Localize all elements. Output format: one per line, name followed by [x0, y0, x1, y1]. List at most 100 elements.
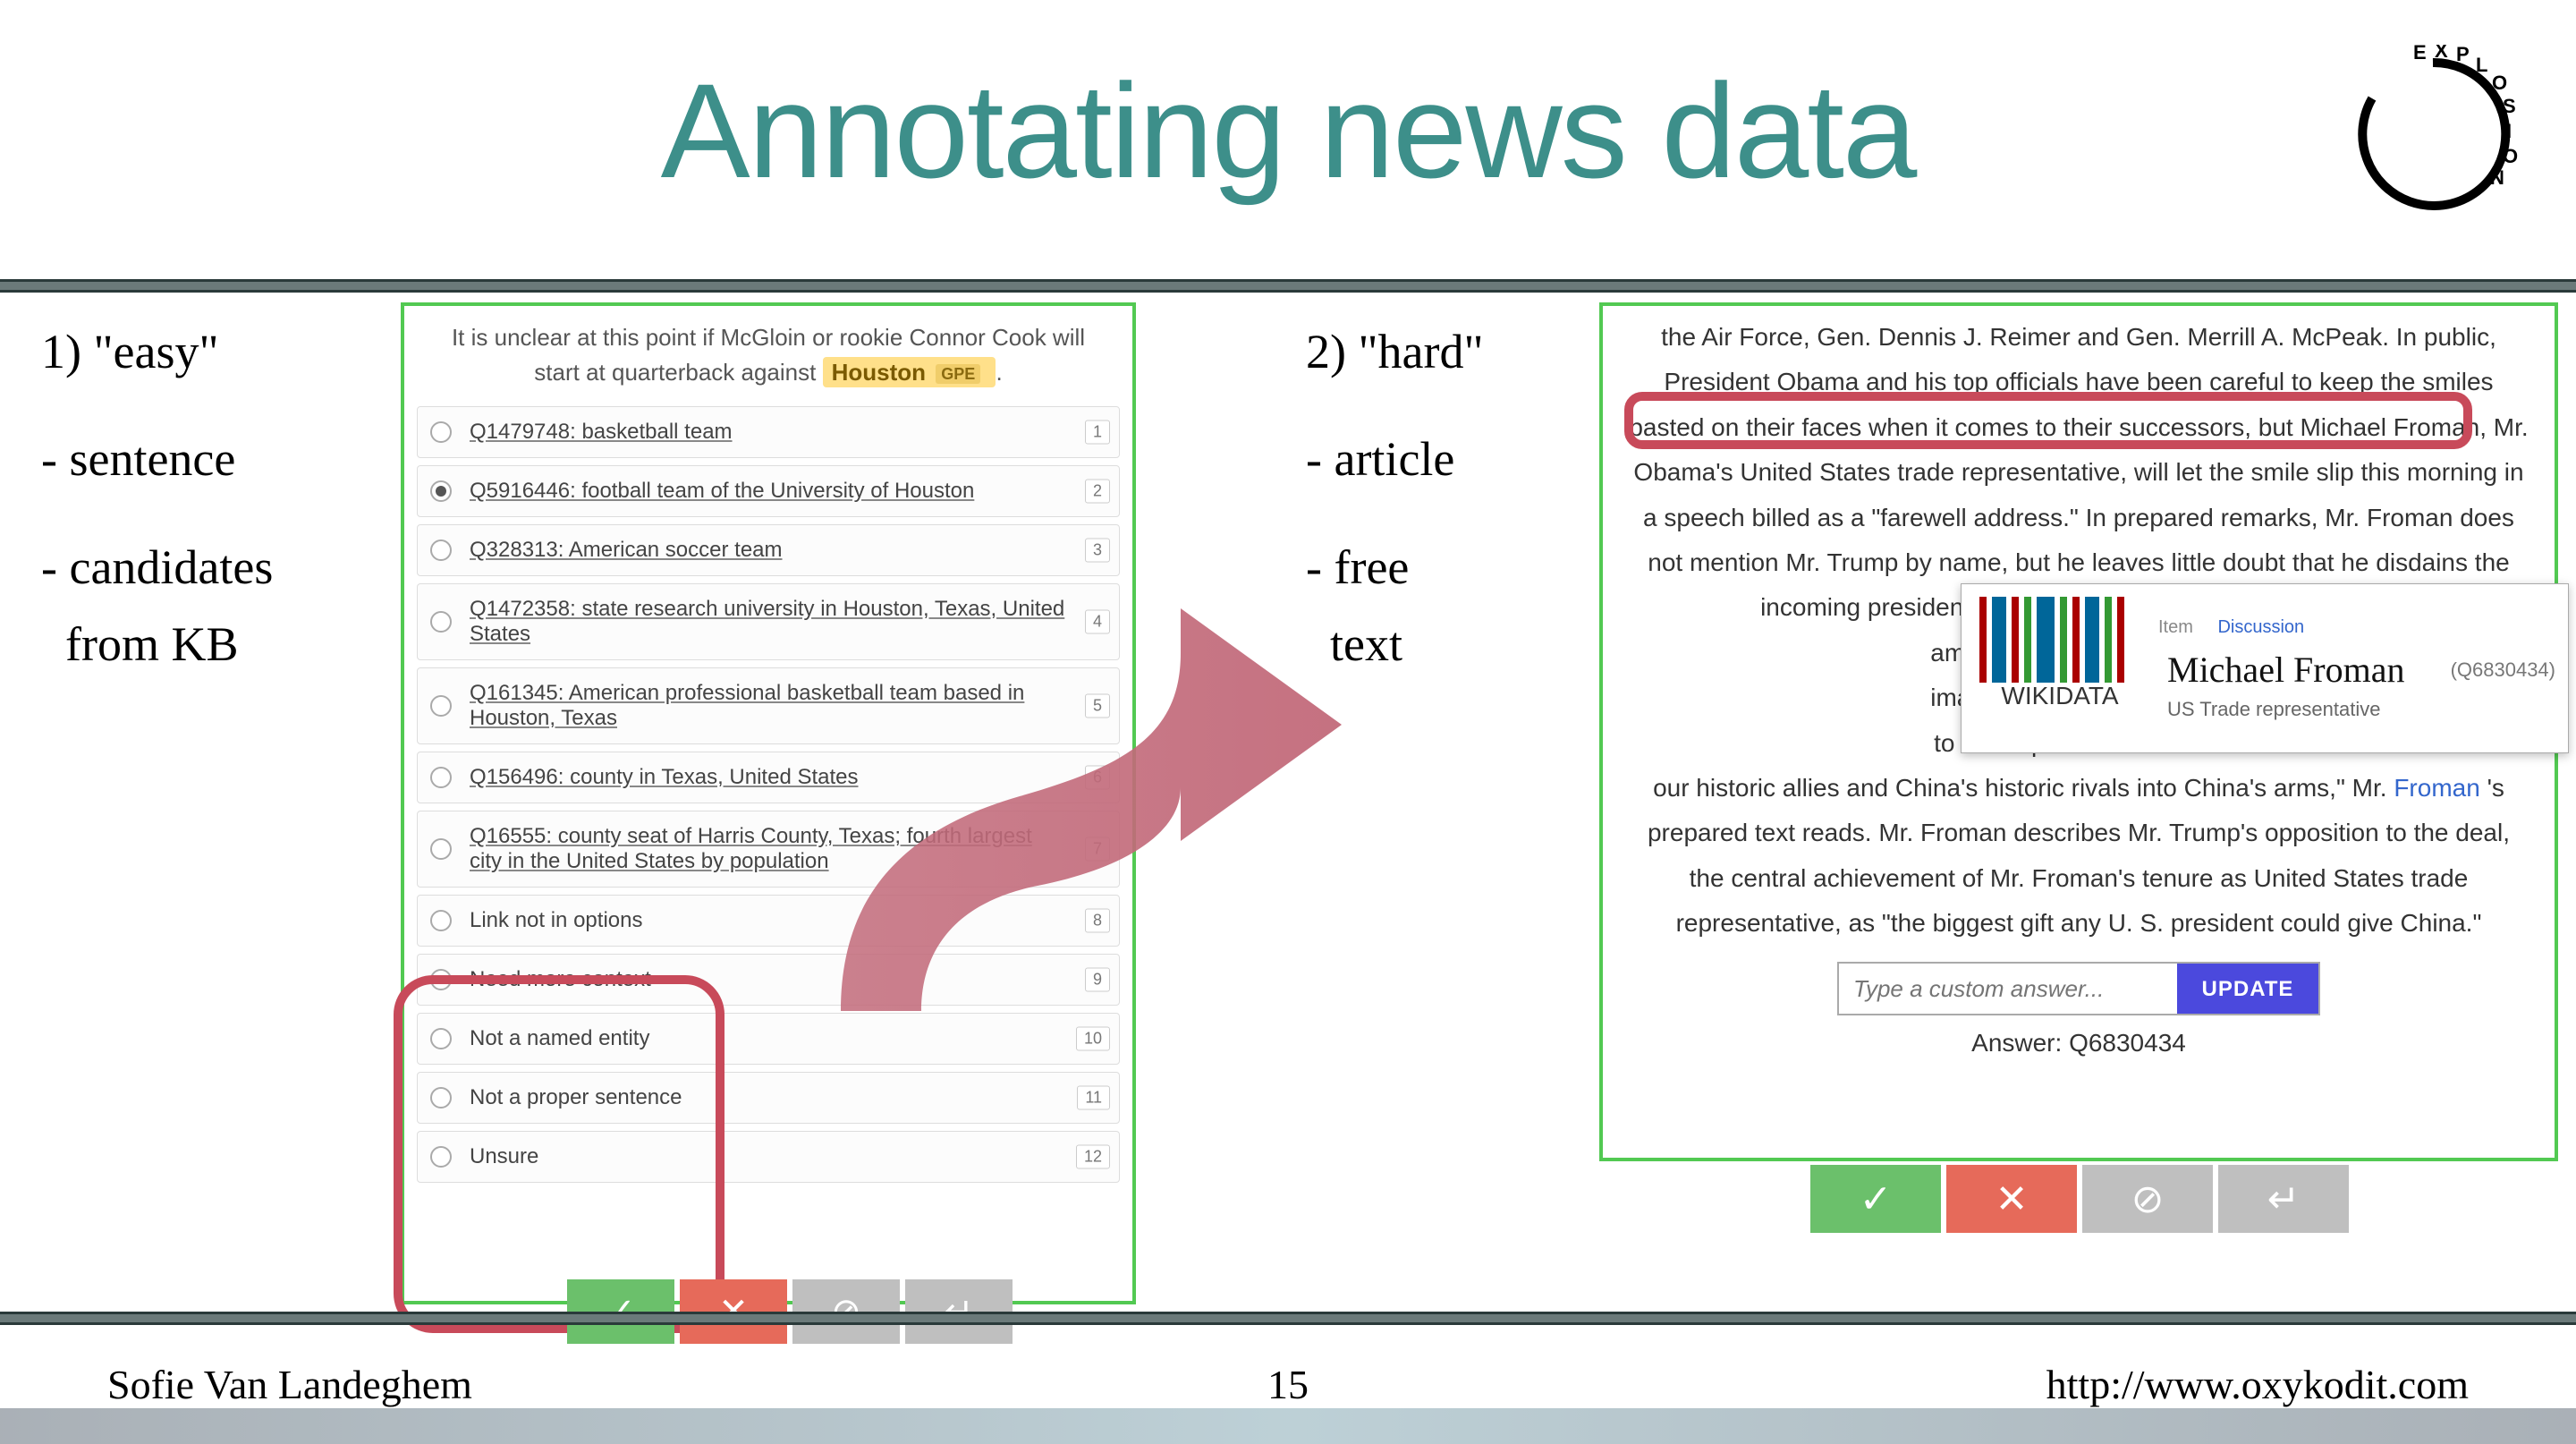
answer-display: Answer: Q6830434 — [1628, 1021, 2529, 1066]
svg-text:L: L — [2476, 54, 2487, 76]
option-label: Q328313: American soccer team — [470, 538, 783, 563]
svg-text:WIKIDATA: WIKIDATA — [2001, 682, 2119, 709]
bullet-sentence: - sentence — [41, 420, 273, 497]
hard-heading: 2) "hard" — [1306, 313, 1484, 390]
easy-panel: It is unclear at this point if McGloin o… — [401, 302, 1136, 1304]
candidate-option[interactable]: Q5916446: football team of the Universit… — [417, 465, 1120, 517]
easy-heading: 1) "easy" — [41, 313, 273, 390]
divider-top — [0, 279, 2576, 295]
left-notes: 1) "easy" - sentence - candidates from K… — [41, 313, 273, 684]
highlight-ring-sentence — [1624, 392, 2472, 449]
explosion-logo: EXP LOS ION — [2343, 45, 2522, 224]
option-label: Q156496: county in Texas, United States — [470, 765, 859, 790]
option-number: 9 — [1085, 968, 1110, 992]
radio-icon — [430, 1028, 452, 1049]
option-label: Q161345: American professional basketbal… — [470, 681, 1067, 731]
radio-icon — [430, 767, 452, 788]
bottom-strip — [0, 1408, 2576, 1444]
custom-answer-input[interactable] — [1839, 964, 2177, 1014]
radio-icon — [430, 838, 452, 860]
wikidata-popup: WIKIDATA Item Discussion Michael Froman … — [1961, 583, 2569, 753]
sentence-suffix: . — [996, 359, 1002, 386]
accept-button[interactable]: ✓ — [1810, 1165, 1941, 1233]
option-number: 2 — [1085, 480, 1110, 504]
candidate-option[interactable]: Link not in options 8 — [417, 895, 1120, 947]
svg-text:N: N — [2490, 166, 2504, 189]
radio-icon — [430, 1087, 452, 1108]
undo-button[interactable]: ↵ — [2218, 1165, 2349, 1233]
radio-icon — [430, 695, 452, 717]
svg-text:O: O — [2503, 145, 2518, 167]
option-label: Q1479748: basketball team — [470, 420, 733, 445]
option-label: Unsure — [470, 1144, 538, 1169]
radio-icon — [430, 480, 452, 502]
radio-icon — [430, 910, 452, 931]
footer: Sofie Van Landeghem 15 http://www.oxykod… — [0, 1361, 2576, 1408]
hard-panel: the Air Force, Gen. Dennis J. Reimer and… — [1599, 302, 2558, 1161]
candidate-option[interactable]: Q156496: county in Texas, United States 6 — [417, 752, 1120, 803]
option-number: 10 — [1076, 1027, 1110, 1051]
svg-text:S: S — [2503, 95, 2516, 117]
svg-text:O: O — [2492, 72, 2507, 94]
task-sentence: It is unclear at this point if McGloin o… — [404, 306, 1132, 399]
option-number: 1 — [1085, 420, 1110, 445]
wikidata-logo: WIKIDATA — [1970, 593, 2149, 709]
candidate-option[interactable]: Q161345: American professional basketbal… — [417, 667, 1120, 744]
radio-icon — [430, 421, 452, 443]
candidate-option[interactable]: Q16555: county seat of Harris County, Te… — [417, 811, 1120, 888]
option-number: 6 — [1085, 766, 1110, 790]
bullet-candidates: - candidates — [41, 529, 273, 606]
option-label: Not a named entity — [470, 1026, 649, 1051]
option-label: Q5916446: football team of the Universit… — [470, 479, 974, 504]
option-label: Q16555: county seat of Harris County, Te… — [470, 824, 1067, 874]
option-number: 7 — [1085, 837, 1110, 862]
option-number: 3 — [1085, 539, 1110, 563]
candidate-option[interactable]: Not a proper sentence 11 — [417, 1072, 1120, 1124]
option-number: 5 — [1085, 694, 1110, 718]
candidate-option[interactable]: Q328313: American soccer team 3 — [417, 524, 1120, 576]
radio-icon — [430, 539, 452, 561]
content-area: 1) "easy" - sentence - candidates from K… — [0, 295, 2576, 1312]
update-button[interactable]: UPDATE — [2177, 964, 2318, 1014]
slide: Annotating news data EXP LOS ION 1) "eas… — [0, 0, 2576, 1444]
footer-page: 15 — [0, 1361, 2576, 1408]
entity-tag: GPE — [936, 364, 980, 384]
popup-desc: US Trade representative — [2167, 692, 2380, 727]
option-number: 4 — [1085, 610, 1110, 634]
candidate-option[interactable]: Q1479748: basketball team 1 — [417, 406, 1120, 458]
radio-icon — [430, 1146, 452, 1168]
center-notes: 2) "hard" - article - free text — [1306, 313, 1484, 684]
answer-input-group: UPDATE — [1837, 962, 2320, 1015]
reject-button[interactable]: ✕ — [1946, 1165, 2077, 1233]
entity-highlight: Houston GPE — [823, 357, 996, 387]
svg-text:P: P — [2456, 45, 2470, 65]
svg-text:X: X — [2435, 45, 2448, 62]
check-icon: ✓ — [1860, 1176, 1893, 1222]
bullet-free-2: text — [1306, 606, 1484, 683]
option-label: Q1472358: state research university in H… — [470, 597, 1067, 647]
discussion-tab[interactable]: Discussion — [2217, 617, 2304, 637]
option-number: 12 — [1076, 1145, 1110, 1169]
slide-title: Annotating news data — [0, 54, 2576, 208]
bullet-candidates-2: from KB — [41, 606, 273, 683]
option-number: 11 — [1077, 1086, 1110, 1110]
x-icon: ✕ — [1996, 1176, 2029, 1222]
action-bar-hard: ✓ ✕ ⊘ ↵ — [1810, 1165, 2349, 1233]
bullet-free: - free — [1306, 529, 1484, 606]
option-label: Link not in options — [470, 908, 642, 933]
article-text: the Air Force, Gen. Dennis J. Reimer and… — [1603, 306, 2555, 1075]
candidate-option[interactable]: Unsure 12 — [417, 1131, 1120, 1183]
svg-text:E: E — [2413, 45, 2427, 64]
candidate-option[interactable]: Need more context9 — [417, 954, 1120, 1006]
froman-link[interactable]: Froman — [2394, 774, 2479, 802]
skip-button[interactable]: ⊘ — [2082, 1165, 2213, 1233]
candidate-option[interactable]: Q1472358: state research university in H… — [417, 583, 1120, 660]
bullet-article: - article — [1306, 420, 1484, 497]
option-label: Not a proper sentence — [470, 1085, 682, 1110]
svg-text:I: I — [2506, 120, 2512, 142]
candidate-option[interactable]: Not a named entity 10 — [417, 1013, 1120, 1065]
popup-qid: (Q6830434) — [2451, 652, 2555, 688]
radio-icon — [430, 611, 452, 633]
radio-icon — [430, 969, 452, 990]
option-number: 8 — [1085, 909, 1110, 933]
